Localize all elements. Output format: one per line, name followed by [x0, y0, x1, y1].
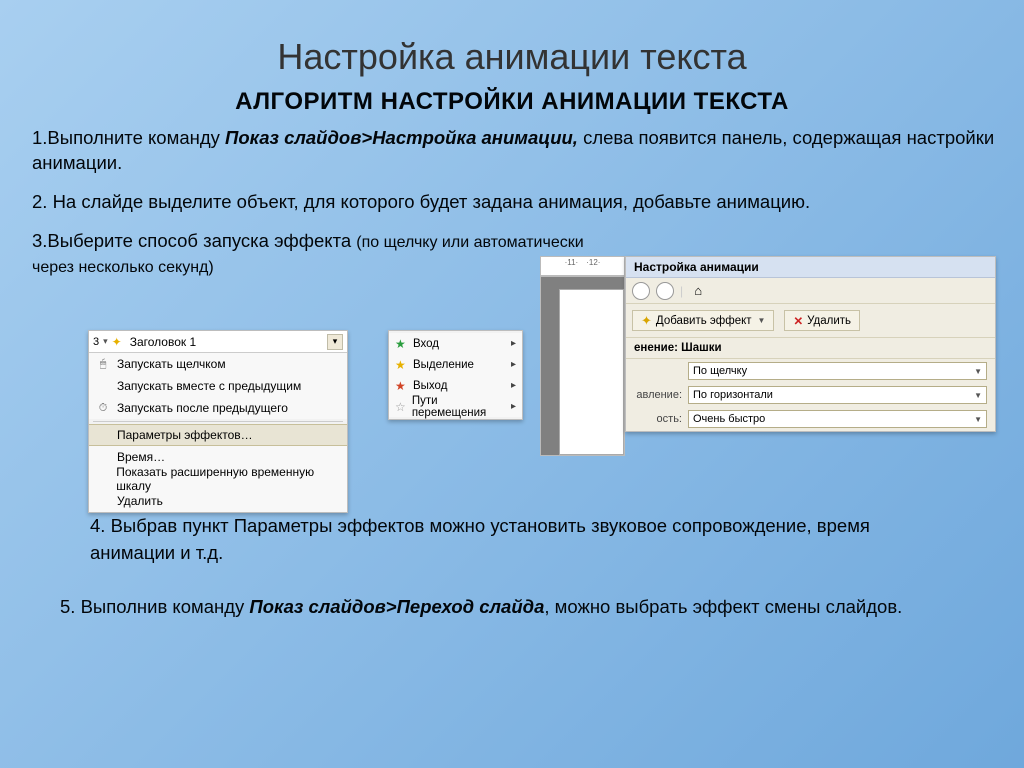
submenu-label: Пути перемещения — [412, 395, 505, 419]
field-label: ость: — [634, 413, 682, 425]
add-effect-button[interactable]: ✦ Добавить эффект ▼ — [632, 310, 774, 331]
step-1-text-a: 1.Выполните команду — [32, 127, 225, 148]
submenu-item-exit[interactable]: ★ Выход ▸ — [389, 375, 522, 396]
submenu-label: Вход — [413, 338, 439, 350]
menu-label: Запускать после предыдущего — [117, 401, 288, 415]
dropdown-value: По горизонтали — [693, 389, 773, 401]
menu-separator — [93, 421, 343, 422]
delete-effect-button[interactable]: ✕ Удалить — [784, 310, 860, 331]
mouse-icon: 🖱 — [95, 356, 111, 372]
menu-item-start-onclick[interactable]: 🖱 Запускать щелчком — [89, 353, 347, 375]
start-field: По щелчку ▼ — [626, 359, 995, 383]
pane-buttons-row: ✦ Добавить эффект ▼ ✕ Удалить — [626, 304, 995, 338]
submenu-item-emphasis[interactable]: ★ Выделение ▸ — [389, 354, 522, 375]
direction-dropdown[interactable]: По горизонтали ▼ — [688, 386, 987, 404]
submenu-item-motion-paths[interactable]: ☆ Пути перемещения ▸ — [389, 396, 522, 417]
chevron-down-icon[interactable]: ▾ — [327, 334, 343, 350]
dropdown-value: Очень быстро — [693, 413, 765, 425]
dropdown-value: По щелчку — [693, 365, 747, 377]
back-icon[interactable] — [632, 282, 650, 300]
menu-item-show-timeline[interactable]: Показать расширенную временную шкалу — [89, 468, 347, 490]
menu-label: Показать расширенную временную шкалу — [116, 465, 341, 493]
slide-title: Настройка анимации текста — [0, 0, 1024, 84]
submenu-label: Выделение — [413, 359, 474, 371]
animation-task-pane: Настройка анимации | ⌂ ✦ Добавить эффект ▼… — [625, 256, 996, 432]
home-icon[interactable]: ⌂ — [689, 282, 707, 300]
step-3-text-a: 3.Выберите способ запуска эффекта — [32, 230, 356, 251]
field-label: авление: — [634, 389, 682, 401]
slide-subtitle: АЛГОРИТМ НАСТРОЙКИ АНИМАЦИИ ТЕКСТА — [235, 84, 789, 124]
ruler-mark-a: ·11· — [565, 258, 579, 267]
trigger-icon: ▾ — [103, 336, 108, 347]
step-5-text-a: 5. Выполнив команду — [60, 596, 249, 617]
menu-item-start-with-prev[interactable]: Запускать вместе с предыдущим — [89, 375, 347, 397]
ruler-mark-b: ·12· — [586, 258, 600, 267]
document-corner — [540, 276, 625, 456]
toolbar-separator: | — [680, 284, 683, 298]
step-1-command: Показ слайдов>Настройка анимации, — [225, 127, 578, 148]
step-2: 2. На слайде выделите объект, для которо… — [0, 188, 1024, 217]
step-1: 1.Выполните команду Показ слайдов>Настро… — [0, 124, 1024, 178]
star-icon: ★ — [395, 379, 407, 393]
menu-label: Запускать вместе с предыдущим — [117, 379, 301, 393]
effect-number: 3 — [93, 336, 99, 348]
star-icon: ✦ — [641, 313, 652, 329]
menu-label: Запускать щелчком — [117, 357, 226, 371]
clock-icon: ⏱ — [95, 400, 111, 416]
blank-icon — [95, 471, 110, 487]
submenu-item-entrance[interactable]: ★ Вход ▸ — [389, 333, 522, 354]
star-icon: ✦ — [112, 335, 122, 349]
start-dropdown[interactable]: По щелчку ▼ — [688, 362, 987, 380]
button-label: Добавить эффект — [656, 315, 752, 327]
star-icon: ★ — [395, 358, 407, 372]
x-icon: ✕ — [793, 314, 803, 328]
blank-icon — [95, 493, 111, 509]
chevron-down-icon: ▼ — [758, 316, 766, 325]
effect-list-item[interactable]: 3 ▾ ✦ Заголовок 1 ▾ — [89, 331, 347, 353]
blank-icon — [95, 378, 111, 394]
speed-dropdown[interactable]: Очень быстро ▼ — [688, 410, 987, 428]
effect-type-submenu: ★ Вход ▸ ★ Выделение ▸ ★ Выход ▸ ☆ Пути перемещ… — [388, 330, 523, 420]
blank-icon — [95, 427, 111, 443]
menu-label: Время… — [117, 450, 165, 464]
star-icon: ☆ — [395, 400, 406, 414]
chevron-right-icon: ▸ — [511, 401, 516, 412]
chevron-right-icon: ▸ — [511, 338, 516, 349]
star-icon: ★ — [395, 337, 407, 351]
direction-field: авление: По горизонтали ▼ — [626, 383, 995, 407]
ruler-fragment: ·11· ·12· — [540, 256, 625, 276]
forward-icon[interactable] — [656, 282, 674, 300]
chevron-down-icon: ▼ — [974, 415, 982, 424]
chevron-down-icon: ▼ — [974, 367, 982, 376]
menu-label: Параметры эффектов… — [117, 428, 253, 442]
menu-label: Удалить — [117, 494, 163, 508]
effect-target-label: Заголовок 1 — [126, 335, 323, 349]
chevron-right-icon: ▸ — [511, 359, 516, 370]
chevron-right-icon: ▸ — [511, 380, 516, 391]
blank-icon — [95, 449, 111, 465]
step-5-text-c: , можно выбрать эффект смены слайдов. — [544, 596, 902, 617]
submenu-label: Выход — [413, 380, 447, 392]
chevron-down-icon: ▼ — [974, 391, 982, 400]
button-label: Удалить — [807, 315, 851, 327]
menu-item-delete[interactable]: Удалить — [89, 490, 347, 512]
menu-item-start-after-prev[interactable]: ⏱ Запускать после предыдущего — [89, 397, 347, 419]
step-5: 5. Выполнив команду Показ слайдов>Перехо… — [28, 592, 1024, 623]
pane-title: Настройка анимации — [626, 257, 995, 278]
modify-section-label: енение: Шашки — [626, 338, 995, 359]
step-5-command: Показ слайдов>Переход слайда — [249, 596, 544, 617]
effect-options-menu: 3 ▾ ✦ Заголовок 1 ▾ 🖱 Запускать щелчком З… — [88, 330, 348, 513]
step-4: 4. Выбрав пункт Параметры эффектов можно… — [58, 511, 1024, 569]
menu-item-effect-options[interactable]: Параметры эффектов… — [89, 424, 347, 446]
pane-toolbar: | ⌂ — [626, 278, 995, 304]
speed-field: ость: Очень быстро ▼ — [626, 407, 995, 431]
